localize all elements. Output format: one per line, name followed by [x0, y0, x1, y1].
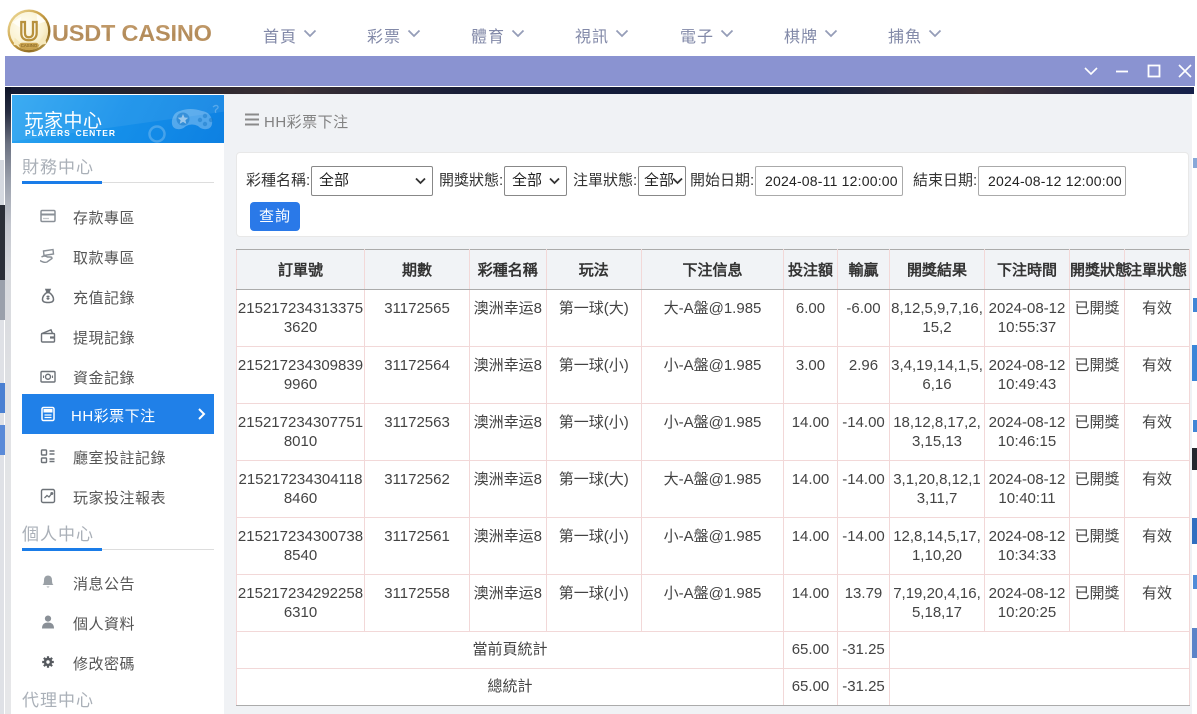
- svg-text:U: U: [19, 18, 37, 46]
- svg-text:CASINO: CASINO: [20, 43, 37, 48]
